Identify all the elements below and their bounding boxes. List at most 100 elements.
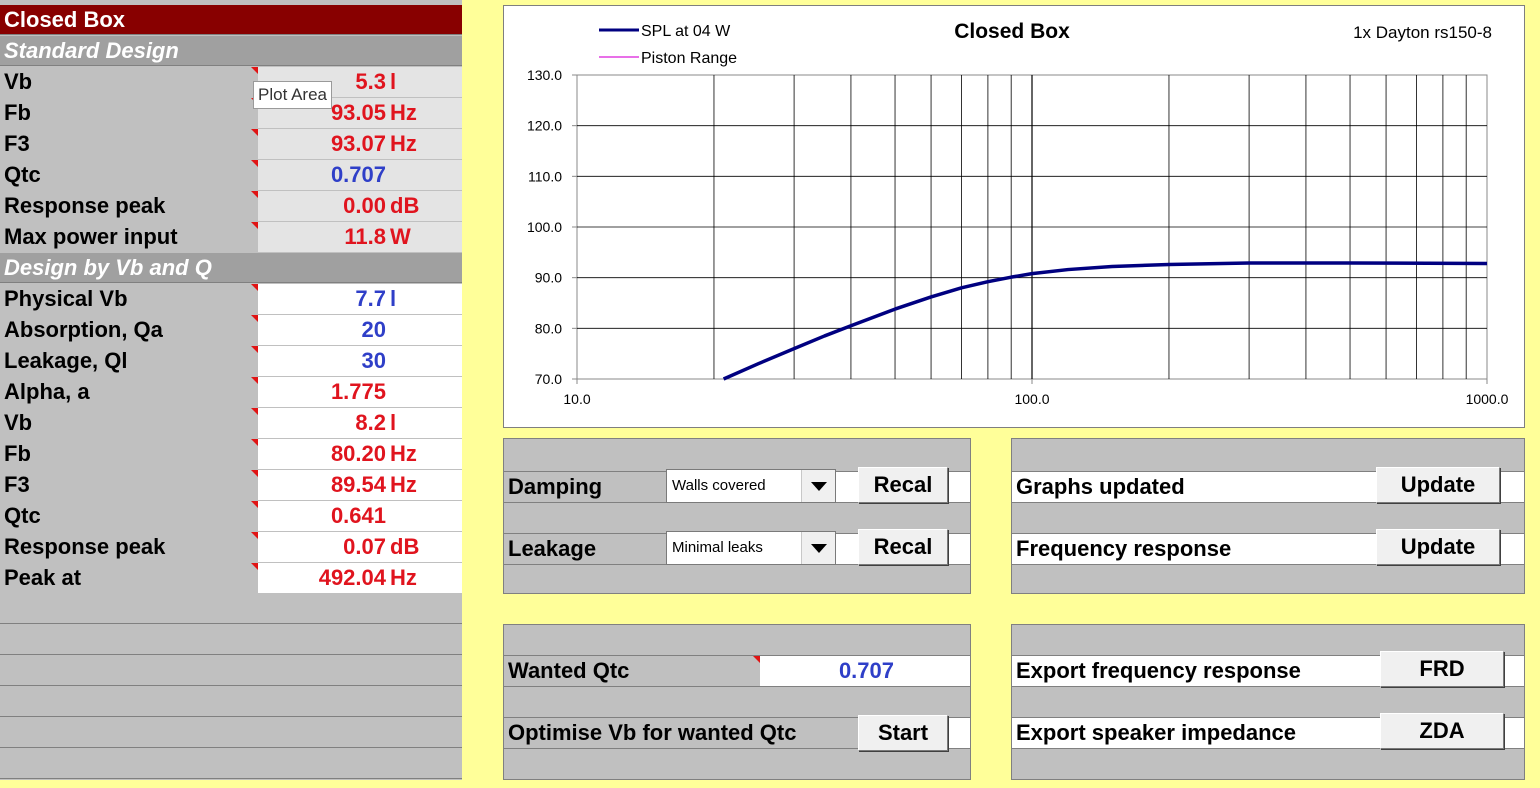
y-tick-label: 80.0 xyxy=(535,320,562,336)
parameter-row[interactable]: Vb 8.2 l xyxy=(0,408,462,438)
parameter-row[interactable]: Fb 93.05 Hz xyxy=(0,98,462,128)
frd-button[interactable]: FRD xyxy=(1380,651,1504,687)
export-frequency-label: Export frequency response xyxy=(1012,656,1301,686)
damping-label: Damping xyxy=(504,472,668,502)
parameter-row[interactable]: F3 93.07 Hz xyxy=(0,129,462,159)
parameter-row[interactable]: Response peak 0.00 dB xyxy=(0,191,462,221)
parameter-value: 8.2 xyxy=(355,410,386,435)
chevron-down-icon[interactable] xyxy=(801,470,835,502)
parameter-row[interactable]: Alpha, a 1.775 xyxy=(0,377,462,407)
parameter-value-cell[interactable]: 0.707 xyxy=(258,160,462,190)
wanted-qtc-label: Wanted Qtc xyxy=(504,656,760,686)
parameter-value: 30 xyxy=(361,348,386,373)
leakage-label: Leakage xyxy=(504,534,668,564)
recal-leakage-button[interactable]: Recal xyxy=(858,529,948,565)
parameter-value-cell[interactable]: 89.54 Hz xyxy=(258,470,462,500)
parameter-row[interactable]: Vb 5.3 l xyxy=(0,67,462,97)
parameter-unit: l xyxy=(390,286,397,311)
parameter-value-cell[interactable]: 0.641 xyxy=(258,501,462,531)
parameter-label: Qtc xyxy=(0,501,258,531)
parameter-value: 89.54 xyxy=(330,472,386,497)
parameter-label: Qtc xyxy=(0,160,258,190)
chevron-down-icon[interactable] xyxy=(801,532,835,564)
parameter-row[interactable]: Peak at 492.04 Hz xyxy=(0,563,462,593)
parameter-row[interactable]: Absorption, Qa 20 xyxy=(0,315,462,345)
left-panel: Closed Box Standard Design Vb 5.3 l Fb 93.05… xyxy=(0,0,462,780)
start-button[interactable]: Start xyxy=(858,715,948,751)
parameter-value-cell[interactable]: 30 xyxy=(258,346,462,376)
parameter-row[interactable]: Response peak 0.07 dB xyxy=(0,532,462,562)
parameter-value-cell[interactable]: 492.04 Hz xyxy=(258,563,462,593)
parameter-label: F3 xyxy=(0,470,258,500)
empty-row[interactable] xyxy=(0,687,462,717)
wanted-qtc-input[interactable]: 0.707 xyxy=(764,656,894,686)
parameter-unit: Hz xyxy=(390,472,417,497)
empty-row[interactable] xyxy=(0,749,462,779)
parameter-value-cell[interactable]: 7.7 l xyxy=(258,284,462,314)
chart-title: Closed Box xyxy=(954,20,1070,43)
update-graphs-button[interactable]: Update xyxy=(1376,467,1500,503)
parameter-value-cell[interactable]: 93.07 Hz xyxy=(258,129,462,159)
parameter-value: 0.07 xyxy=(343,534,386,559)
y-tick-label: 100.0 xyxy=(527,219,562,235)
parameter-label: Vb xyxy=(0,67,258,97)
leakage-select[interactable]: Minimal leaks xyxy=(666,531,836,565)
parameter-row[interactable]: Leakage, Ql 30 xyxy=(0,346,462,376)
update-panel: Graphs updated Update Frequency response… xyxy=(1011,438,1525,594)
parameter-value: 80.20 xyxy=(330,441,386,466)
grid-lines xyxy=(576,74,1488,380)
parameter-label: Fb xyxy=(0,439,258,469)
tick-labels: 130.0 120.0 110.0 100.0 90.0 80.0 70.010.0 100.… xyxy=(527,67,1509,407)
zda-button[interactable]: ZDA xyxy=(1380,713,1504,749)
parameter-value: 0.00 xyxy=(343,193,386,218)
optimise-label: Optimise Vb for wanted Qtc xyxy=(504,718,860,748)
parameter-value-cell[interactable]: 1.775 xyxy=(258,377,462,407)
series-lines xyxy=(722,261,1488,381)
sheet-title: Closed Box xyxy=(4,7,126,32)
parameter-value: 20 xyxy=(361,317,386,342)
parameter-row[interactable]: Qtc 0.707 xyxy=(0,160,462,190)
export-impedance-label: Export speaker impedance xyxy=(1012,718,1297,748)
empty-row[interactable] xyxy=(0,718,462,748)
parameter-value-cell[interactable]: 11.8 W xyxy=(258,222,462,252)
y-tick-label: 90.0 xyxy=(535,270,562,286)
empty-row[interactable] xyxy=(0,656,462,686)
spl-chart[interactable]: 130.0 120.0 110.0 100.0 90.0 80.0 70.010.0 100.… xyxy=(504,6,1524,427)
plot-area-tooltip: Plot Area xyxy=(253,81,332,109)
parameter-value-cell[interactable]: 80.20 Hz xyxy=(258,439,462,469)
parameter-row[interactable]: Max power input 11.8 W xyxy=(0,222,462,252)
export-panel: Export frequency response FRD Export spe… xyxy=(1011,624,1525,780)
parameter-unit: l xyxy=(390,69,397,94)
parameter-value-cell[interactable]: 20 xyxy=(258,315,462,345)
parameter-row[interactable]: Qtc 0.641 xyxy=(0,501,462,531)
parameter-label: Leakage, Ql xyxy=(0,346,258,376)
parameter-value-cell[interactable]: 0.00 dB xyxy=(258,191,462,221)
chart-area[interactable]: 130.0 120.0 110.0 100.0 90.0 80.0 70.0 10.0 100.… xyxy=(503,5,1525,428)
y-tick-label: 110.0 xyxy=(528,168,562,184)
parameter-value-cell[interactable]: 8.2 l xyxy=(258,408,462,438)
recal-damping-button[interactable]: Recal xyxy=(858,467,948,503)
wanted-qtc-row: Wanted Qtc 0.707 xyxy=(504,655,970,687)
parameter-row[interactable]: F3 89.54 Hz xyxy=(0,470,462,500)
parameter-unit: dB xyxy=(390,193,420,218)
frequency-response-label: Frequency response xyxy=(1012,534,1232,564)
parameter-unit: Hz xyxy=(390,131,417,156)
parameter-row[interactable]: Physical Vb 7.7 l xyxy=(0,284,462,314)
parameter-unit: W xyxy=(390,224,411,249)
graphs-updated-label: Graphs updated xyxy=(1012,472,1185,502)
section-standard-design: Standard Design xyxy=(0,36,462,66)
parameter-value: 93.05 xyxy=(330,100,386,125)
x-tick-label: 10.0 xyxy=(563,391,590,407)
parameter-value: 0.707 xyxy=(330,162,386,187)
parameter-label: Alpha, a xyxy=(0,377,258,407)
parameter-row[interactable]: Fb 80.20 Hz xyxy=(0,439,462,469)
parameter-value: 0.641 xyxy=(330,503,386,528)
update-frequency-response-button[interactable]: Update xyxy=(1376,529,1500,565)
parameter-value: 5.3 xyxy=(355,69,386,94)
parameter-value-cell[interactable]: 0.07 dB xyxy=(258,532,462,562)
empty-row[interactable] xyxy=(0,625,462,655)
empty-row[interactable] xyxy=(0,594,462,624)
parameter-unit: Hz xyxy=(390,100,417,125)
y-tick-label: 130.0 xyxy=(527,67,562,83)
damping-select[interactable]: Walls covered xyxy=(666,469,836,503)
